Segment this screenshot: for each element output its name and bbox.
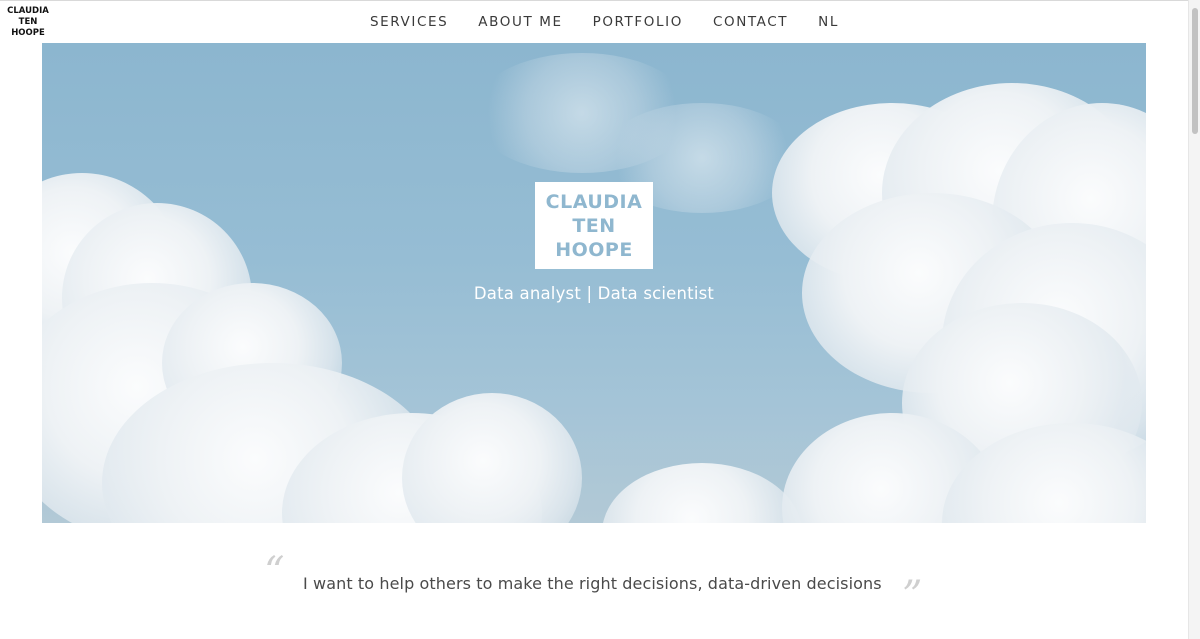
scrollbar-thumb[interactable] <box>1192 8 1198 134</box>
site-logo-line-1: CLAUDIA <box>7 6 49 16</box>
hero-logo-line-1: CLAUDIA <box>545 190 643 213</box>
quote-close-mark: ” <box>902 573 923 619</box>
nav-about-me[interactable]: ABOUT ME <box>478 14 562 30</box>
hero-logo-line-3: HOOPE <box>555 238 633 261</box>
nav-language-nl[interactable]: NL <box>818 14 839 30</box>
main-nav: SERVICES ABOUT ME PORTFOLIO CONTACT NL <box>370 12 839 32</box>
hero-logo: CLAUDIA TEN HOOPE <box>535 182 653 269</box>
site-logo-line-3: HOOPE <box>11 28 45 38</box>
nav-contact[interactable]: CONTACT <box>713 14 788 30</box>
top-border <box>0 0 1200 1</box>
page: CLAUDIA TEN HOOPE SERVICES ABOUT ME PORT… <box>0 0 1200 639</box>
nav-services[interactable]: SERVICES <box>370 14 448 30</box>
quote-open-mark: “ <box>264 549 285 595</box>
nav-portfolio[interactable]: PORTFOLIO <box>593 14 683 30</box>
site-logo[interactable]: CLAUDIA TEN HOOPE <box>4 6 52 39</box>
quote-text: I want to help others to make the right … <box>303 574 882 593</box>
hero-subtitle: Data analyst | Data scientist <box>473 284 715 303</box>
page-scrollbar[interactable] <box>1188 0 1200 639</box>
hero-banner: CLAUDIA TEN HOOPE Data analyst | Data sc… <box>42 43 1146 523</box>
site-logo-line-2: TEN <box>18 17 38 27</box>
hero-logo-line-2: TEN <box>572 214 616 237</box>
